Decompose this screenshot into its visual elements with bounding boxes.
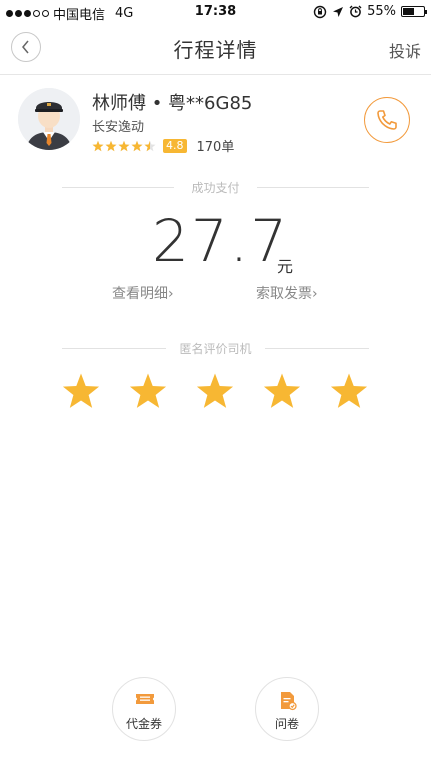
nav-bar: 行程详情 投诉: [0, 24, 431, 75]
status-bar: 中国电信 4G 17:38 55%: [0, 0, 431, 24]
rate-star-3-icon[interactable]: [196, 372, 234, 410]
driver-rating: 4.8 170单: [92, 136, 234, 155]
alarm-icon: [349, 5, 362, 18]
car-model: 长安逸动: [92, 120, 145, 135]
driver-name: 林师傅 • 粤**6G85: [92, 93, 253, 114]
ticket-icon: [136, 694, 154, 704]
payment-status-label: 成功支付: [191, 181, 240, 195]
fare-currency: 元: [277, 257, 294, 276]
battery-percent: 55%: [367, 4, 396, 19]
driver-avatar-icon: [18, 88, 80, 150]
survey-button[interactable]: 问卷: [255, 677, 319, 741]
rate-star-4-icon[interactable]: [263, 372, 301, 410]
rating-star-icon: [92, 140, 104, 151]
driver-avatar: [18, 88, 80, 150]
call-driver-button[interactable]: [364, 97, 410, 143]
survey-label: 问卷: [274, 717, 299, 731]
rate-star-5-icon[interactable]: [330, 372, 368, 410]
view-details-link[interactable]: 查看明细›: [112, 283, 174, 303]
rating-star-icon: [105, 140, 117, 151]
survey-icon: [281, 692, 297, 711]
rating-star-icon: [131, 140, 143, 151]
fare-amount: 27.7: [152, 207, 290, 275]
rating-star-icon: [144, 140, 156, 151]
rating-star-icon: [118, 140, 130, 151]
phone-icon: [377, 110, 397, 130]
request-invoice-link[interactable]: 索取发票›: [256, 283, 318, 303]
location-arrow-icon: [333, 6, 344, 17]
rate-star-1-icon[interactable]: [62, 372, 100, 410]
voucher-button[interactable]: 代金券: [112, 677, 176, 741]
page-title: 行程详情: [173, 38, 258, 62]
rating-stars: [92, 140, 157, 152]
status-right: 55%: [313, 4, 427, 19]
voucher-label: 代金券: [125, 717, 162, 731]
rate-driver-label: 匿名评价司机: [179, 342, 252, 356]
battery-icon: [401, 6, 427, 17]
order-count: 170单: [196, 140, 235, 155]
rotation-lock-icon: [313, 5, 327, 18]
rate-star-2-icon[interactable]: [129, 372, 167, 410]
rating-score: 4.8: [163, 138, 187, 153]
complain-button[interactable]: 投诉: [389, 38, 421, 62]
rate-driver-stars: [62, 372, 372, 412]
